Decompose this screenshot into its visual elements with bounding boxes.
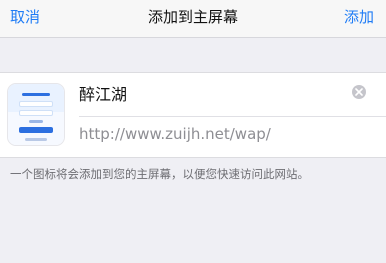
- url-label: http://www.zuijh.net/wap/: [79, 125, 271, 143]
- hint-text: 一个图标将会添加到您的主屏幕，以便您快速访问此网站。: [10, 167, 309, 181]
- app-name-input[interactable]: [79, 81, 343, 105]
- add-button[interactable]: 添加: [344, 8, 374, 26]
- app-thumbnail-icon: [7, 83, 65, 146]
- field-separator: [79, 116, 386, 117]
- page-title: 添加到主屏幕: [147, 8, 238, 26]
- navigation-bar: 取消 添加到主屏幕 添加: [0, 0, 386, 38]
- clear-circle-icon[interactable]: [352, 85, 366, 99]
